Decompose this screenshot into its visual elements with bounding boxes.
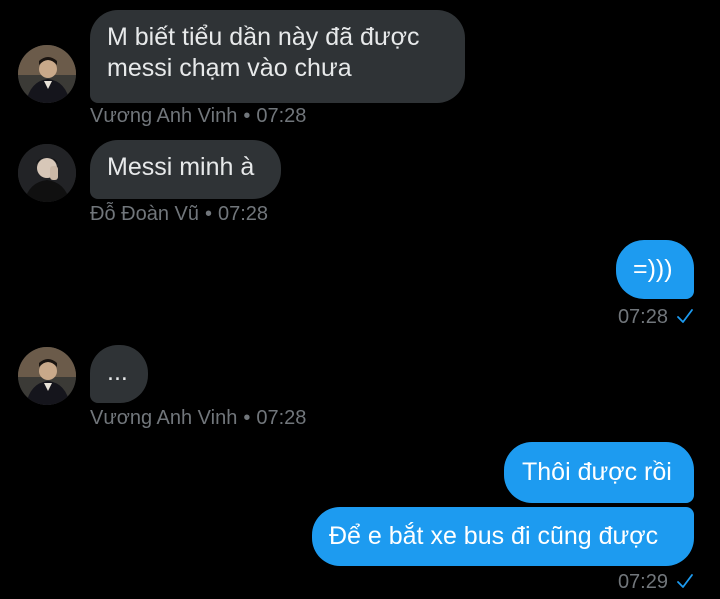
message-meta: Vương Anh Vinh • 07:28 — [90, 406, 306, 430]
checkmark-icon — [676, 306, 694, 330]
avatar-vuong-anh-vinh[interactable] — [18, 347, 76, 405]
message-time: 07:28 — [617, 306, 668, 328]
avatar-photo — [18, 347, 76, 405]
message-bubble-outgoing[interactable]: Để e bắt xe bus đi cũng được — [312, 507, 694, 566]
message-time: 07:29 — [617, 571, 668, 593]
avatar-photo — [18, 144, 76, 202]
message-bubble-outgoing[interactable]: Thôi được rồi — [504, 442, 694, 503]
message-bubble-outgoing[interactable]: =))) — [616, 240, 694, 299]
message-time: 07:28 — [256, 407, 307, 429]
message-time: 07:28 — [217, 203, 269, 225]
meta-separator: • — [243, 407, 251, 429]
message-status: 07:29 — [618, 570, 694, 595]
message-meta: Đỗ Đoàn Vũ • 07:28 — [90, 202, 268, 226]
avatar-do-doan-vu[interactable] — [18, 144, 76, 202]
message-bubble-incoming[interactable]: ... — [90, 345, 148, 403]
avatar-photo — [18, 45, 76, 103]
sender-name: Đỗ Đoàn Vũ — [90, 203, 199, 225]
meta-separator: • — [204, 203, 212, 225]
sender-name: Vương Anh Vinh — [90, 105, 238, 127]
meta-separator: • — [243, 105, 251, 127]
sender-name: Vương Anh Vinh — [90, 407, 238, 429]
message-status: 07:28 — [618, 305, 694, 330]
message-time: 07:28 — [256, 105, 307, 127]
avatar-vuong-anh-vinh[interactable] — [18, 45, 76, 103]
message-meta: Vương Anh Vinh • 07:28 — [90, 104, 306, 128]
checkmark-icon — [676, 571, 694, 595]
message-bubble-incoming[interactable]: Messi minh à — [90, 140, 281, 199]
message-bubble-incoming[interactable]: M biết tiểu dần này đã được messi chạm v… — [90, 10, 465, 103]
